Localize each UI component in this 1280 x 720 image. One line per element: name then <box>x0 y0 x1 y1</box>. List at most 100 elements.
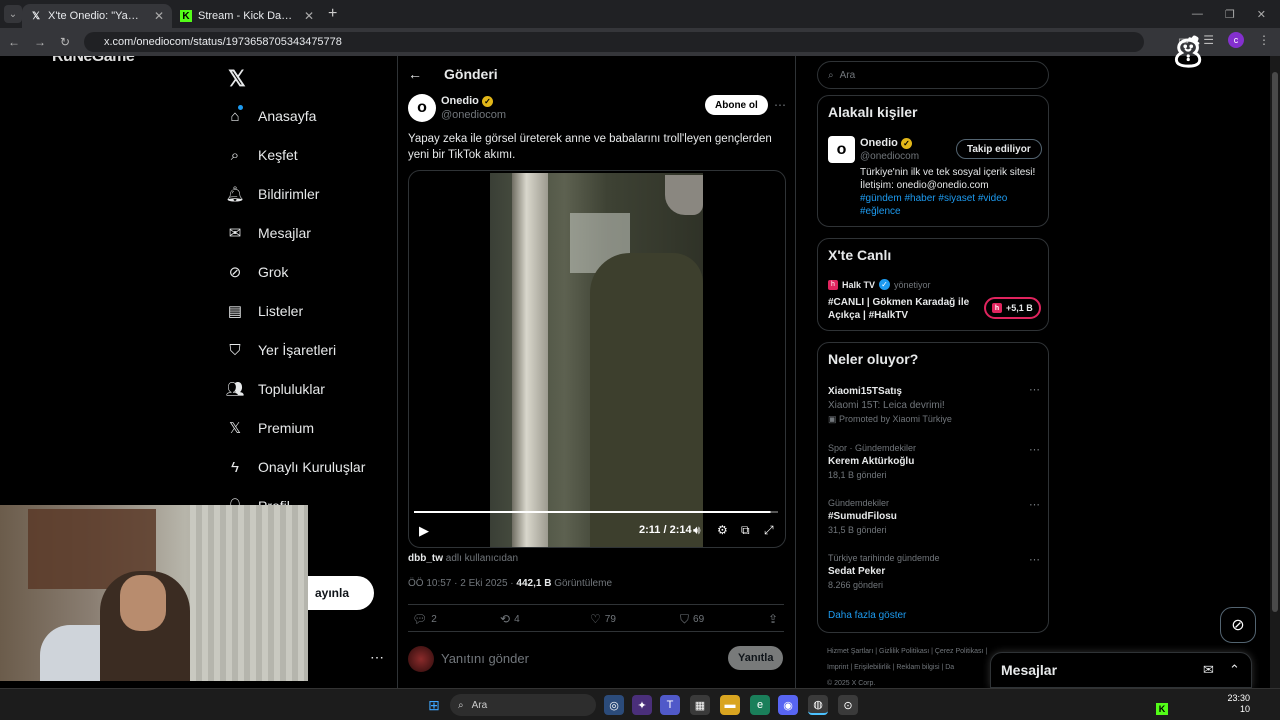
live-listener-count[interactable]: h +5,1 B <box>984 297 1041 319</box>
page-title: Gönderi <box>444 66 498 82</box>
webcam-overlay <box>0 505 308 681</box>
reply-input[interactable]: Yanıtını gönder <box>441 651 529 666</box>
live-host[interactable]: h Halk TV ✓ yönetiyor <box>828 279 931 290</box>
scrollbar-thumb[interactable] <box>1272 72 1278 612</box>
nav-item-lists[interactable]: ▤ Listeler <box>226 299 303 323</box>
trend-item[interactable]: Xiaomi15TSatış Xiaomi 15T: Leica devrimi… <box>828 383 1040 425</box>
back-icon[interactable]: ← <box>8 35 20 49</box>
subscribe-button[interactable]: Abone ol <box>705 95 768 115</box>
nav-item-messages[interactable]: ✉ Mesajlar <box>226 221 311 245</box>
trend-item[interactable]: Türkiye tarihinde gündemde Sedat Peker 8… <box>828 553 1040 590</box>
more-options-icon[interactable]: ⋯ <box>774 98 786 112</box>
stream-logo-overlay: RuNeGame <box>52 56 135 65</box>
tab-title: Stream - Kick Dashboard <box>198 10 294 22</box>
nav-item-notifications[interactable]: 🔔︎ Bildirimler <box>225 182 319 206</box>
taskbar-search[interactable]: ⌕ Ara <box>450 694 596 716</box>
discord-icon[interactable]: ◉ <box>778 695 798 715</box>
browser-tab[interactable]: K Stream - Kick Dashboard ✕ <box>172 4 322 28</box>
nav-item-grok[interactable]: ⊘ Grok <box>226 260 289 284</box>
profile-avatar[interactable]: c <box>1228 32 1244 48</box>
menu-icon[interactable]: ⋮ <box>1258 33 1270 47</box>
expand-icon[interactable]: ⌃ <box>1229 662 1240 678</box>
close-tab-icon[interactable]: ✕ <box>154 9 164 23</box>
bookmark-button[interactable]: ⛉ 69 <box>680 612 704 627</box>
video-source: dbb_tw adlı kullanıcıdan <box>408 553 519 564</box>
reply-button[interactable]: 💬︎ 2 <box>412 612 437 626</box>
nav-item-home[interactable]: ⌂ Anasayfa <box>226 104 316 128</box>
tab-search-button[interactable]: ⌄ <box>4 5 22 23</box>
file-explorer-icon[interactable]: ▬ <box>720 695 740 715</box>
show-more-link[interactable]: Daha fazla göster <box>828 610 906 621</box>
kick-logo-icon: K <box>180 10 192 22</box>
related-handle[interactable]: @onediocom <box>860 151 919 162</box>
settings-icon[interactable]: ⚙ <box>717 523 728 537</box>
author-name[interactable]: Onedio ✓ <box>441 95 493 107</box>
avatar[interactable]: o <box>408 94 436 122</box>
mascot-logo-icon: ⛄︎ <box>1169 32 1206 73</box>
edge-icon[interactable]: e <box>750 695 770 715</box>
tab-title: X'te Onedio: "Yapay zeka ile... <box>48 10 144 22</box>
forward-icon[interactable]: → <box>34 35 46 49</box>
windows-taskbar: ⊞ ⌕ Ara ◎ ✦ T ▦ ▬ e ◉ ◍ ⊙ K 23:30 10 <box>0 688 1280 720</box>
nav-item-premium[interactable]: 𝕏 Premium <box>226 416 314 440</box>
card-title: Neler oluyor? <box>828 351 919 367</box>
lightning-icon: ϟ <box>231 458 239 476</box>
maximize-icon[interactable]: ❐ <box>1225 8 1235 21</box>
video-player[interactable]: ▶ 2:11 / 2:14 🔊︎ ⚙ ⧉ ⤢ <box>408 170 786 548</box>
fullscreen-icon[interactable]: ⤢ <box>764 523 774 538</box>
like-button[interactable]: ♡ 79 <box>590 612 616 626</box>
related-name[interactable]: Onedio ✓ <box>860 137 912 149</box>
more-options-icon[interactable]: ⋯ <box>1029 383 1040 396</box>
task-view-icon[interactable]: ◎ <box>604 695 624 715</box>
windows-start-icon[interactable]: ⊞ <box>424 695 444 715</box>
nav-item-bookmarks[interactable]: ⛉ Yer İşaretleri <box>226 338 336 362</box>
reply-submit-button[interactable]: Yanıtla <box>728 646 784 670</box>
url-field[interactable]: x.com/onediocom/status/19736587053434757… <box>84 32 1144 52</box>
new-message-icon[interactable]: ✉ <box>1203 662 1214 678</box>
verified-badge-icon: ✓ <box>879 279 891 290</box>
trend-item[interactable]: Gündemdekiler #SumudFilosu 31,5 B gönder… <box>828 498 1040 535</box>
mail-icon: ✉ <box>228 225 242 242</box>
kick-logo-icon[interactable]: K <box>1156 703 1168 715</box>
author-handle[interactable]: @onediocom <box>441 109 506 121</box>
x-premium-icon: 𝕏 <box>228 420 242 437</box>
more-options-icon[interactable]: ⋯ <box>1029 498 1040 511</box>
back-arrow-icon[interactable]: ← <box>408 66 422 82</box>
repost-button[interactable]: ⟲ 4 <box>500 612 520 626</box>
volume-icon[interactable]: 🔊︎ <box>693 523 701 538</box>
trend-item[interactable]: Spor · Gündemdekiler Kerem Aktürkoğlu 18… <box>828 443 1040 480</box>
bio-hashtags[interactable]: #gündem #haber #siyaset #video #eğlence <box>860 193 1007 217</box>
store-icon[interactable]: ▦ <box>690 695 710 715</box>
nav-item-communities[interactable]: 👥︎ Topluluklar <box>225 377 324 401</box>
chrome-icon[interactable]: ◍ <box>808 695 828 715</box>
browser-tab-active[interactable]: 𝕏 X'te Onedio: "Yapay zeka ile... ✕ <box>22 4 172 28</box>
avatar[interactable]: o <box>828 136 855 163</box>
account-menu-icon[interactable]: ⋯ <box>370 649 384 666</box>
search-input[interactable]: ⌕ Ara <box>817 61 1049 89</box>
system-clock[interactable]: 23:30 10 <box>1227 693 1250 715</box>
close-tab-icon[interactable]: ✕ <box>304 9 314 23</box>
search-icon: ⌕ <box>458 699 464 711</box>
reload-icon[interactable]: ↻ <box>60 35 70 49</box>
play-icon[interactable]: ▶ <box>419 523 429 539</box>
teams-icon[interactable]: T <box>660 695 680 715</box>
new-tab-button[interactable]: + <box>328 5 337 23</box>
x-logo-icon[interactable]: 𝕏 <box>228 66 246 92</box>
grok-floating-button[interactable]: ⊘ <box>1220 607 1256 643</box>
more-options-icon[interactable]: ⋯ <box>1029 553 1040 566</box>
share-button[interactable]: ⇪ <box>768 612 778 626</box>
copilot-icon[interactable]: ✦ <box>632 695 652 715</box>
minimize-icon[interactable]: — <box>1192 8 1203 20</box>
pip-icon[interactable]: ⧉ <box>741 523 750 538</box>
more-options-icon[interactable]: ⋯ <box>1029 443 1040 456</box>
following-button[interactable]: Takip ediliyor <box>956 139 1042 159</box>
halktv-logo-icon: h <box>828 279 838 290</box>
nav-item-explore[interactable]: ⌕ Keşfet <box>226 143 298 167</box>
live-title[interactable]: #CANLI | Gökmen Karadağ ile Açıkça | #Ha… <box>828 296 978 322</box>
nav-item-verified-orgs[interactable]: ϟ Onaylı Kuruluşlar <box>226 455 365 479</box>
video-time: 2:11 / 2:14 <box>639 524 692 536</box>
close-window-icon[interactable]: ✕ <box>1257 8 1266 21</box>
obs-icon[interactable]: ⊙ <box>838 695 858 715</box>
messages-drawer[interactable]: Mesajlar ✉ ⌃ <box>990 652 1252 688</box>
video-progress-bar[interactable] <box>414 511 778 513</box>
